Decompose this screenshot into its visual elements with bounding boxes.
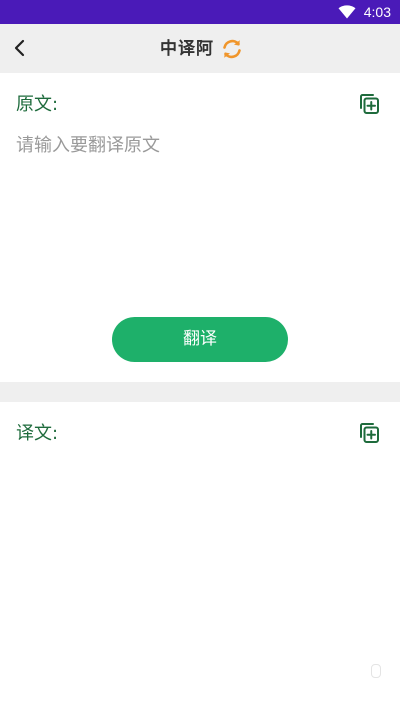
back-chevron-icon[interactable] <box>8 36 32 60</box>
copy-result-icon[interactable] <box>357 421 381 445</box>
source-label: 原文: <box>16 94 59 115</box>
section-divider <box>0 382 400 402</box>
translate-button[interactable]: 翻译 <box>112 317 288 362</box>
result-label: 译文: <box>16 423 59 444</box>
app-bar: 中译阿 <box>0 24 400 73</box>
wifi-icon <box>338 5 356 19</box>
source-section: 原文: 翻译 <box>0 73 400 382</box>
status-time: 4:03 <box>363 4 391 20</box>
page-title: 中译阿 <box>160 39 214 59</box>
source-text-input[interactable] <box>16 133 384 293</box>
scroll-indicator <box>371 664 381 678</box>
status-bar: 4:03 <box>0 0 400 24</box>
result-section: 译文: <box>0 402 400 710</box>
copy-source-icon[interactable] <box>357 92 381 116</box>
swap-refresh-icon[interactable] <box>220 37 244 61</box>
